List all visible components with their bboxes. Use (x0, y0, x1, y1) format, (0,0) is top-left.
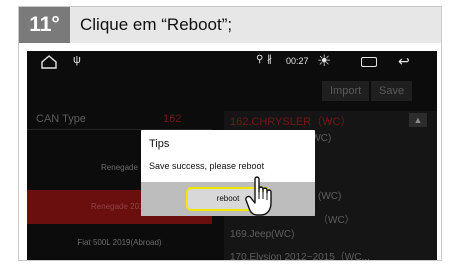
dialog-message: Save success, please reboot (149, 161, 265, 171)
status-bar: ψ ⚲ ∦ 00:27 ☀ ↩ (27, 51, 437, 73)
model-list-item[interactable]: Fiat 500L 2019(Abroad) (27, 238, 212, 247)
brand-option[interactable]: 169.Jeep(WC) (230, 229, 294, 240)
usb-icon: ψ (73, 54, 81, 66)
import-button[interactable]: Import (322, 81, 370, 101)
dialog-footer: reboot (141, 182, 315, 216)
head-unit-screen: ψ ⚲ ∦ 00:27 ☀ ↩ Import Save CAN Type 162… (27, 51, 437, 260)
instruction-card: 11° Clique em “Reboot”; ψ ⚲ ∦ 00:27 ☀ ↩ … (18, 6, 442, 261)
brand-option[interactable]: 170.Elysion 2012~2015（WC... (230, 248, 370, 260)
back-icon[interactable]: ↩ (398, 53, 410, 70)
chevron-up-icon[interactable]: ▲ (409, 113, 427, 127)
selected-brand: 162.CHRYSLER（WC） (230, 116, 352, 128)
brightness-icon[interactable]: ☀ (317, 51, 331, 71)
bluetooth-icon: ∦ (267, 54, 272, 65)
pointing-hand-icon (245, 176, 272, 216)
save-button[interactable]: Save (371, 81, 413, 101)
can-type-value[interactable]: 162 (163, 113, 181, 125)
tips-dialog: Tips Save success, please reboot reboot (141, 130, 315, 216)
instruction-header: 11° Clique em “Reboot”; (19, 7, 441, 43)
instruction-text: Clique em “Reboot”; (80, 15, 233, 34)
can-type-label: CAN Type (36, 113, 86, 125)
status-clock: 00:27 (286, 56, 309, 66)
window-icon[interactable] (361, 57, 377, 67)
location-icon: ⚲ (256, 54, 264, 65)
dialog-title: Tips (149, 138, 170, 150)
brand-dropdown[interactable]: 162.CHRYSLER（WC） ▲ (224, 111, 437, 129)
brand-option[interactable]: （WC） (318, 211, 355, 226)
step-number-badge: 11° (19, 7, 70, 43)
brand-option[interactable]: (WC) (318, 191, 341, 202)
home-icon[interactable] (41, 55, 57, 69)
